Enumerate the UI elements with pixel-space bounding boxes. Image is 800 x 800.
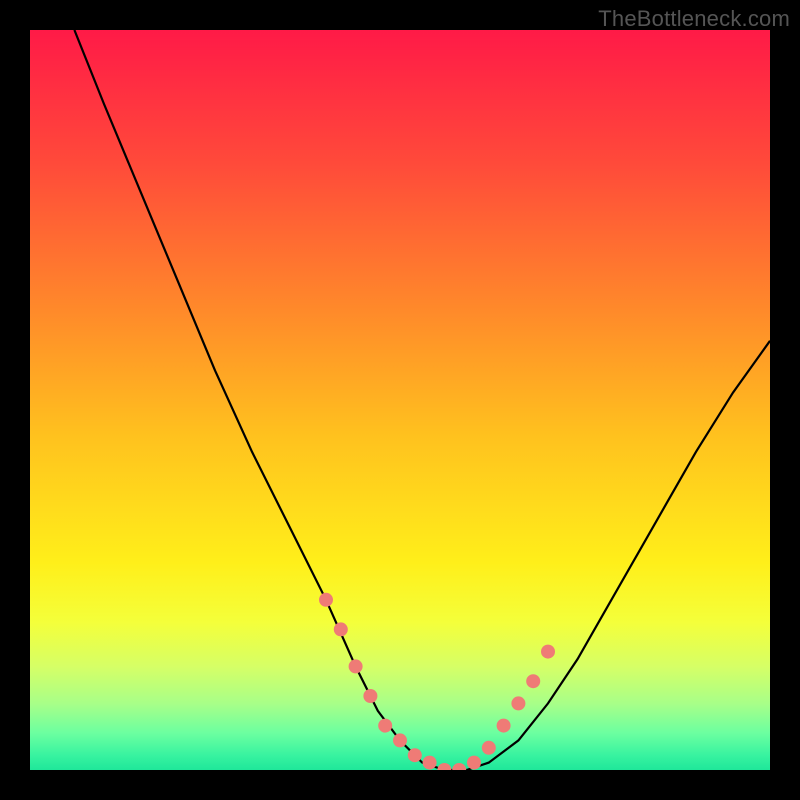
marker-dot xyxy=(511,696,525,710)
chart-svg xyxy=(30,30,770,770)
gradient-background xyxy=(30,30,770,770)
marker-dot xyxy=(497,719,511,733)
marker-dot xyxy=(482,741,496,755)
marker-dot xyxy=(393,733,407,747)
marker-dot xyxy=(378,719,392,733)
marker-dot xyxy=(467,756,481,770)
marker-dot xyxy=(319,593,333,607)
marker-dot xyxy=(541,645,555,659)
marker-dot xyxy=(349,659,363,673)
marker-dot xyxy=(408,748,422,762)
marker-dot xyxy=(526,674,540,688)
chart-frame: TheBottleneck.com xyxy=(0,0,800,800)
marker-dot xyxy=(334,622,348,636)
plot-area xyxy=(30,30,770,770)
marker-dot xyxy=(423,756,437,770)
marker-dot xyxy=(363,689,377,703)
watermark-text: TheBottleneck.com xyxy=(598,6,790,32)
